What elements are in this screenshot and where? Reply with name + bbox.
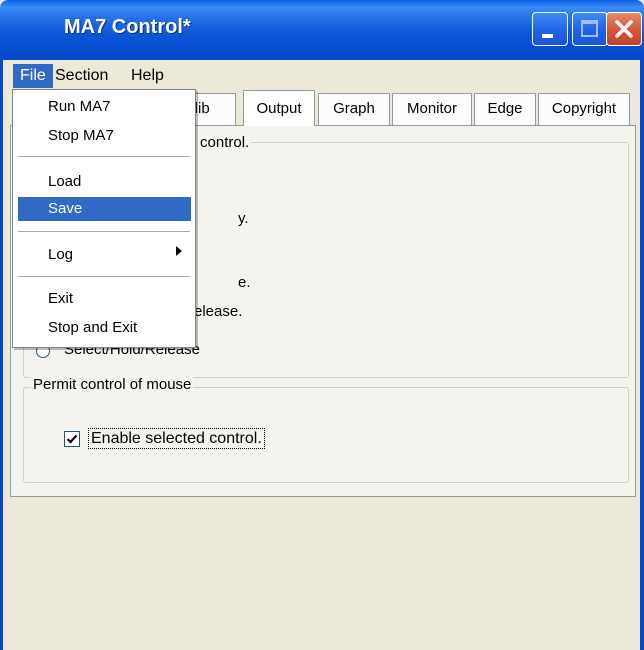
menu-item-save[interactable]: Save (18, 197, 191, 221)
tab-copyright[interactable]: Copyright (538, 93, 630, 125)
menu-item-stop[interactable]: Stop MA7 (18, 124, 191, 148)
radio-label-fragment: elease. (194, 303, 243, 320)
menu-item-stop-and-exit-label: Stop and Exit (48, 319, 138, 336)
menu-item-exit-label: Exit (48, 290, 74, 307)
radio-label-fragment: e. (238, 274, 251, 291)
maximize-icon (581, 20, 598, 37)
tab-graph[interactable]: Graph (318, 93, 390, 125)
menu-separator (18, 231, 190, 232)
menu-item-run-label: Run MA7 (48, 98, 111, 115)
tab-output-label: Output (256, 100, 302, 117)
menu-item-log[interactable]: Log (18, 243, 191, 267)
menu-item-log-label: Log (48, 246, 74, 263)
title-bar[interactable]: MA7 Control* (0, 0, 644, 60)
menu-item-save-label: Save (48, 200, 83, 217)
radio-label-fragment: y. (238, 210, 249, 227)
window-title: MA7 Control* (64, 16, 191, 38)
enable-control-checkbox[interactable] (64, 431, 80, 447)
tab-graph-label: Graph (333, 100, 375, 117)
tab-monitor[interactable]: Monitor (392, 93, 472, 125)
checkmark-icon (66, 434, 78, 444)
tab-output[interactable]: Output (243, 90, 315, 126)
menu-bar: File Section Help (3, 60, 640, 92)
minimize-icon (542, 34, 553, 38)
menu-help[interactable]: Help (124, 64, 171, 88)
menu-item-run[interactable]: Run MA7 (18, 95, 191, 119)
menu-item-stop-label: Stop MA7 (48, 127, 114, 144)
enable-control-label[interactable]: Enable selected control. (88, 428, 265, 449)
menu-item-exit[interactable]: Exit (18, 287, 191, 311)
menu-separator (18, 276, 190, 277)
menu-separator (18, 156, 190, 157)
submenu-arrow-icon (176, 246, 182, 256)
menu-file[interactable]: File (13, 64, 53, 88)
minimize-button[interactable] (532, 12, 568, 46)
file-menu-dropdown: Run MA7 Stop MA7 Load Save Log Exit Stop… (12, 89, 196, 348)
tab-edge-label: Edge (487, 100, 523, 117)
menu-item-load[interactable]: Load (18, 170, 191, 194)
menu-section[interactable]: Section (48, 64, 115, 88)
menu-item-stop-and-exit[interactable]: Stop and Exit (18, 316, 191, 340)
window-frame-right (640, 60, 644, 650)
window-frame-left (0, 60, 3, 650)
close-icon (615, 20, 633, 38)
tab-monitor-label: Monitor (406, 100, 458, 117)
menu-item-load-label: Load (48, 173, 82, 190)
tab-edge[interactable]: Edge (474, 93, 536, 125)
close-button[interactable] (606, 12, 642, 46)
app-window: MA7 Control* File Section Help alib Outp… (0, 0, 644, 650)
permit-control-legend: Permit control of mouse (31, 376, 194, 393)
tab-copyright-label: Copyright (551, 100, 617, 117)
maximize-button[interactable] (572, 12, 608, 46)
